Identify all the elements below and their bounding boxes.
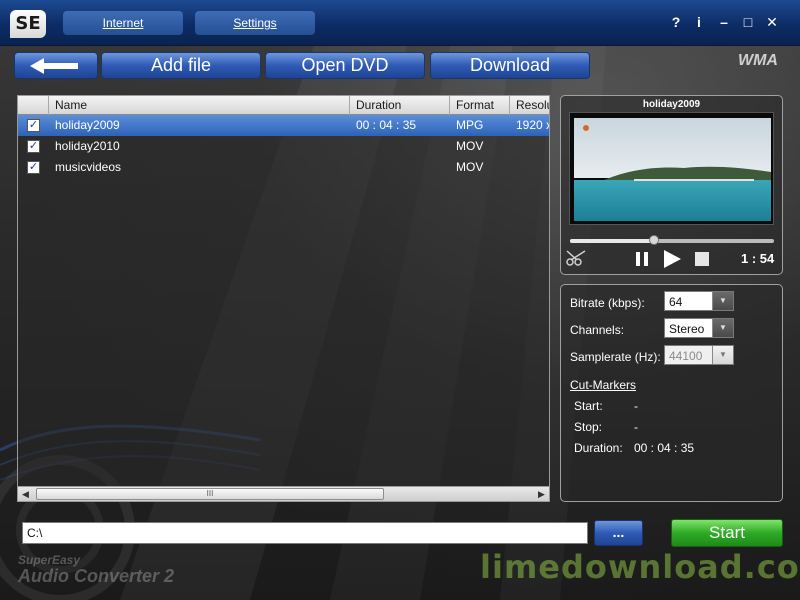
cell-resolution: 1920 x xyxy=(516,118,549,132)
back-button[interactable] xyxy=(14,52,98,79)
bitrate-select[interactable]: 64 ▼ xyxy=(664,291,734,311)
cell-format: MOV xyxy=(456,160,484,174)
minimize-icon[interactable]: – xyxy=(716,14,732,30)
samplerate-select[interactable]: 44100 ▼ xyxy=(664,345,734,365)
cell-duration xyxy=(350,136,450,157)
table-row[interactable]: ✓ holiday2009 00 : 04 : 35 MPG 1920 x xyxy=(18,115,549,136)
cell-resolution xyxy=(510,157,549,178)
watermark: limedownload.com xyxy=(480,548,800,586)
start-button[interactable]: Start xyxy=(671,519,783,547)
cut-duration-value: 00 : 04 : 35 xyxy=(634,441,695,455)
stop-icon[interactable] xyxy=(694,251,710,267)
cell-resolution xyxy=(510,136,549,157)
cell-name: holiday2010 xyxy=(55,139,120,153)
seek-progress xyxy=(570,239,654,243)
scroll-right-icon[interactable]: ▶ xyxy=(534,487,549,501)
download-button[interactable]: Download xyxy=(430,52,590,79)
cut-stop-label: Stop: xyxy=(574,420,603,434)
preview-panel: holiday2009 1: 54 xyxy=(560,95,783,275)
close-icon[interactable]: ✕ xyxy=(764,14,780,31)
scroll-left-icon[interactable]: ◀ xyxy=(18,487,33,501)
cell-format: MPG xyxy=(456,118,484,132)
tab-settings[interactable]: Settings xyxy=(195,11,315,35)
chevron-down-icon[interactable]: ▼ xyxy=(712,319,733,337)
row-checkbox[interactable]: ✓ xyxy=(27,140,40,153)
table-header: Name Duration Format Resolu xyxy=(18,96,549,115)
app-logo: SE xyxy=(10,10,46,38)
cut-duration-label: Duration: xyxy=(574,441,623,455)
seek-bar[interactable] xyxy=(570,239,774,243)
table-row[interactable]: ✓ musicvideos MOV xyxy=(18,157,549,178)
pause-icon[interactable] xyxy=(634,250,650,268)
column-header-format[interactable]: Format xyxy=(450,96,510,115)
help-icon[interactable]: ? xyxy=(668,14,684,30)
cut-markers-title[interactable]: Cut-Markers xyxy=(570,378,636,392)
info-icon[interactable]: i xyxy=(691,14,707,30)
table-row[interactable]: ✓ holiday2010 MOV xyxy=(18,136,549,157)
channels-select[interactable]: Stereo ▼ xyxy=(664,318,734,338)
row-checkbox[interactable]: ✓ xyxy=(27,119,40,132)
scrollbar-thumb[interactable]: III xyxy=(36,488,384,500)
samplerate-label: Samplerate (Hz): xyxy=(570,350,661,364)
column-header-name[interactable]: Name xyxy=(49,96,350,115)
playback-time: 1 : 54 xyxy=(741,251,775,266)
column-header-duration[interactable]: Duration xyxy=(350,96,450,115)
beach-scene-image xyxy=(574,118,771,221)
browse-button[interactable]: ... xyxy=(594,520,643,546)
bitrate-label: Bitrate (kbps): xyxy=(570,296,645,310)
seek-handle[interactable] xyxy=(648,235,659,245)
cell-name: holiday2009 xyxy=(55,118,120,132)
app-window: SE Internet Settings ? i – □ ✕ Add file … xyxy=(0,0,800,600)
preview-title: holiday2009 xyxy=(642,99,701,110)
column-header-check[interactable] xyxy=(18,96,49,115)
cut-start-value: - xyxy=(634,399,638,413)
open-dvd-button[interactable]: Open DVD xyxy=(265,52,425,79)
add-file-button[interactable]: Add file xyxy=(101,52,261,79)
back-arrow-icon xyxy=(30,58,78,74)
output-path-input[interactable]: C:\ xyxy=(22,522,588,544)
horizontal-scrollbar[interactable]: ◀ III ▶ xyxy=(18,486,549,501)
file-list: Name Duration Format Resolu ✓ holiday200… xyxy=(17,95,550,502)
cut-start-label: Start: xyxy=(574,399,603,413)
cell-name: musicvideos xyxy=(55,160,122,174)
tab-internet[interactable]: Internet xyxy=(63,11,183,35)
chevron-down-icon[interactable]: ▼ xyxy=(712,346,733,364)
title-bar: SE Internet Settings ? i – □ ✕ xyxy=(0,0,800,46)
video-frame xyxy=(569,112,774,225)
cell-duration xyxy=(350,157,450,178)
format-badge: WMA xyxy=(738,52,778,69)
channels-value: Stereo xyxy=(669,322,705,336)
bitrate-value: 64 xyxy=(669,295,683,309)
scissors-icon[interactable] xyxy=(565,249,587,267)
maximize-icon[interactable]: □ xyxy=(740,14,756,30)
cell-duration: 00 : 04 : 35 xyxy=(356,118,417,132)
brand-line-2: Audio Converter 2 xyxy=(18,566,175,586)
channels-label: Channels: xyxy=(570,323,625,337)
chevron-down-icon[interactable]: ▼ xyxy=(712,292,733,310)
samplerate-value: 44100 xyxy=(669,349,703,363)
play-icon[interactable] xyxy=(661,248,683,270)
cut-stop-value: - xyxy=(634,420,638,434)
video-thumbnail xyxy=(574,118,771,221)
conversion-settings-panel: Bitrate (kbps): 64 ▼ Channels: Stereo ▼ … xyxy=(560,284,783,502)
column-header-resolution[interactable]: Resolu xyxy=(510,96,549,115)
row-checkbox[interactable]: ✓ xyxy=(27,161,40,174)
brand-line-1: SuperEasy xyxy=(18,553,81,567)
cell-format: MOV xyxy=(456,139,484,153)
